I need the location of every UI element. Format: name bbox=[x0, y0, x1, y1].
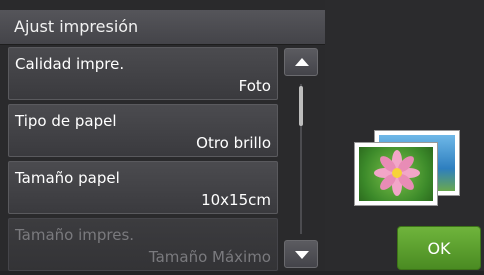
triangle-up-icon bbox=[295, 58, 309, 66]
menu-item-label: Tamaño papel bbox=[15, 169, 120, 187]
settings-menu: Calidad impre. Foto Tipo de papel Otro b… bbox=[8, 47, 278, 275]
menu-item-label: Tipo de papel bbox=[15, 112, 117, 130]
title-bar: Ajust impresión bbox=[0, 10, 325, 45]
menu-item-value: Otro brillo bbox=[196, 134, 271, 152]
triangle-down-icon bbox=[295, 251, 309, 259]
menu-item-value: 10x15cm bbox=[201, 191, 271, 209]
scroll-thumb[interactable] bbox=[299, 86, 303, 126]
menu-item-paper-size[interactable]: Tamaño papel 10x15cm bbox=[8, 161, 278, 214]
menu-item-label: Tamaño impres. bbox=[15, 226, 135, 244]
menu-item-value: Tamaño Máximo bbox=[148, 248, 271, 266]
menu-item-value: Foto bbox=[238, 77, 271, 95]
menu-item-print-size: Tamaño impres. Tamaño Máximo bbox=[8, 218, 278, 271]
page-title: Ajust impresión bbox=[14, 17, 139, 36]
scroll-up-button[interactable] bbox=[284, 48, 318, 76]
flower-icon bbox=[374, 150, 420, 196]
menu-item-print-quality[interactable]: Calidad impre. Foto bbox=[8, 47, 278, 100]
scroll-down-button[interactable] bbox=[284, 240, 318, 268]
ok-button-label: OK bbox=[427, 239, 451, 258]
menu-item-paper-type[interactable]: Tipo de papel Otro brillo bbox=[8, 104, 278, 157]
photo-icon-flower bbox=[354, 142, 438, 206]
scrollbar[interactable] bbox=[284, 48, 318, 270]
ok-button[interactable]: OK bbox=[397, 226, 481, 270]
menu-item-label: Calidad impre. bbox=[15, 55, 125, 73]
print-settings-screen: Ajust impresión Calidad impre. Foto Tipo… bbox=[0, 0, 484, 271]
